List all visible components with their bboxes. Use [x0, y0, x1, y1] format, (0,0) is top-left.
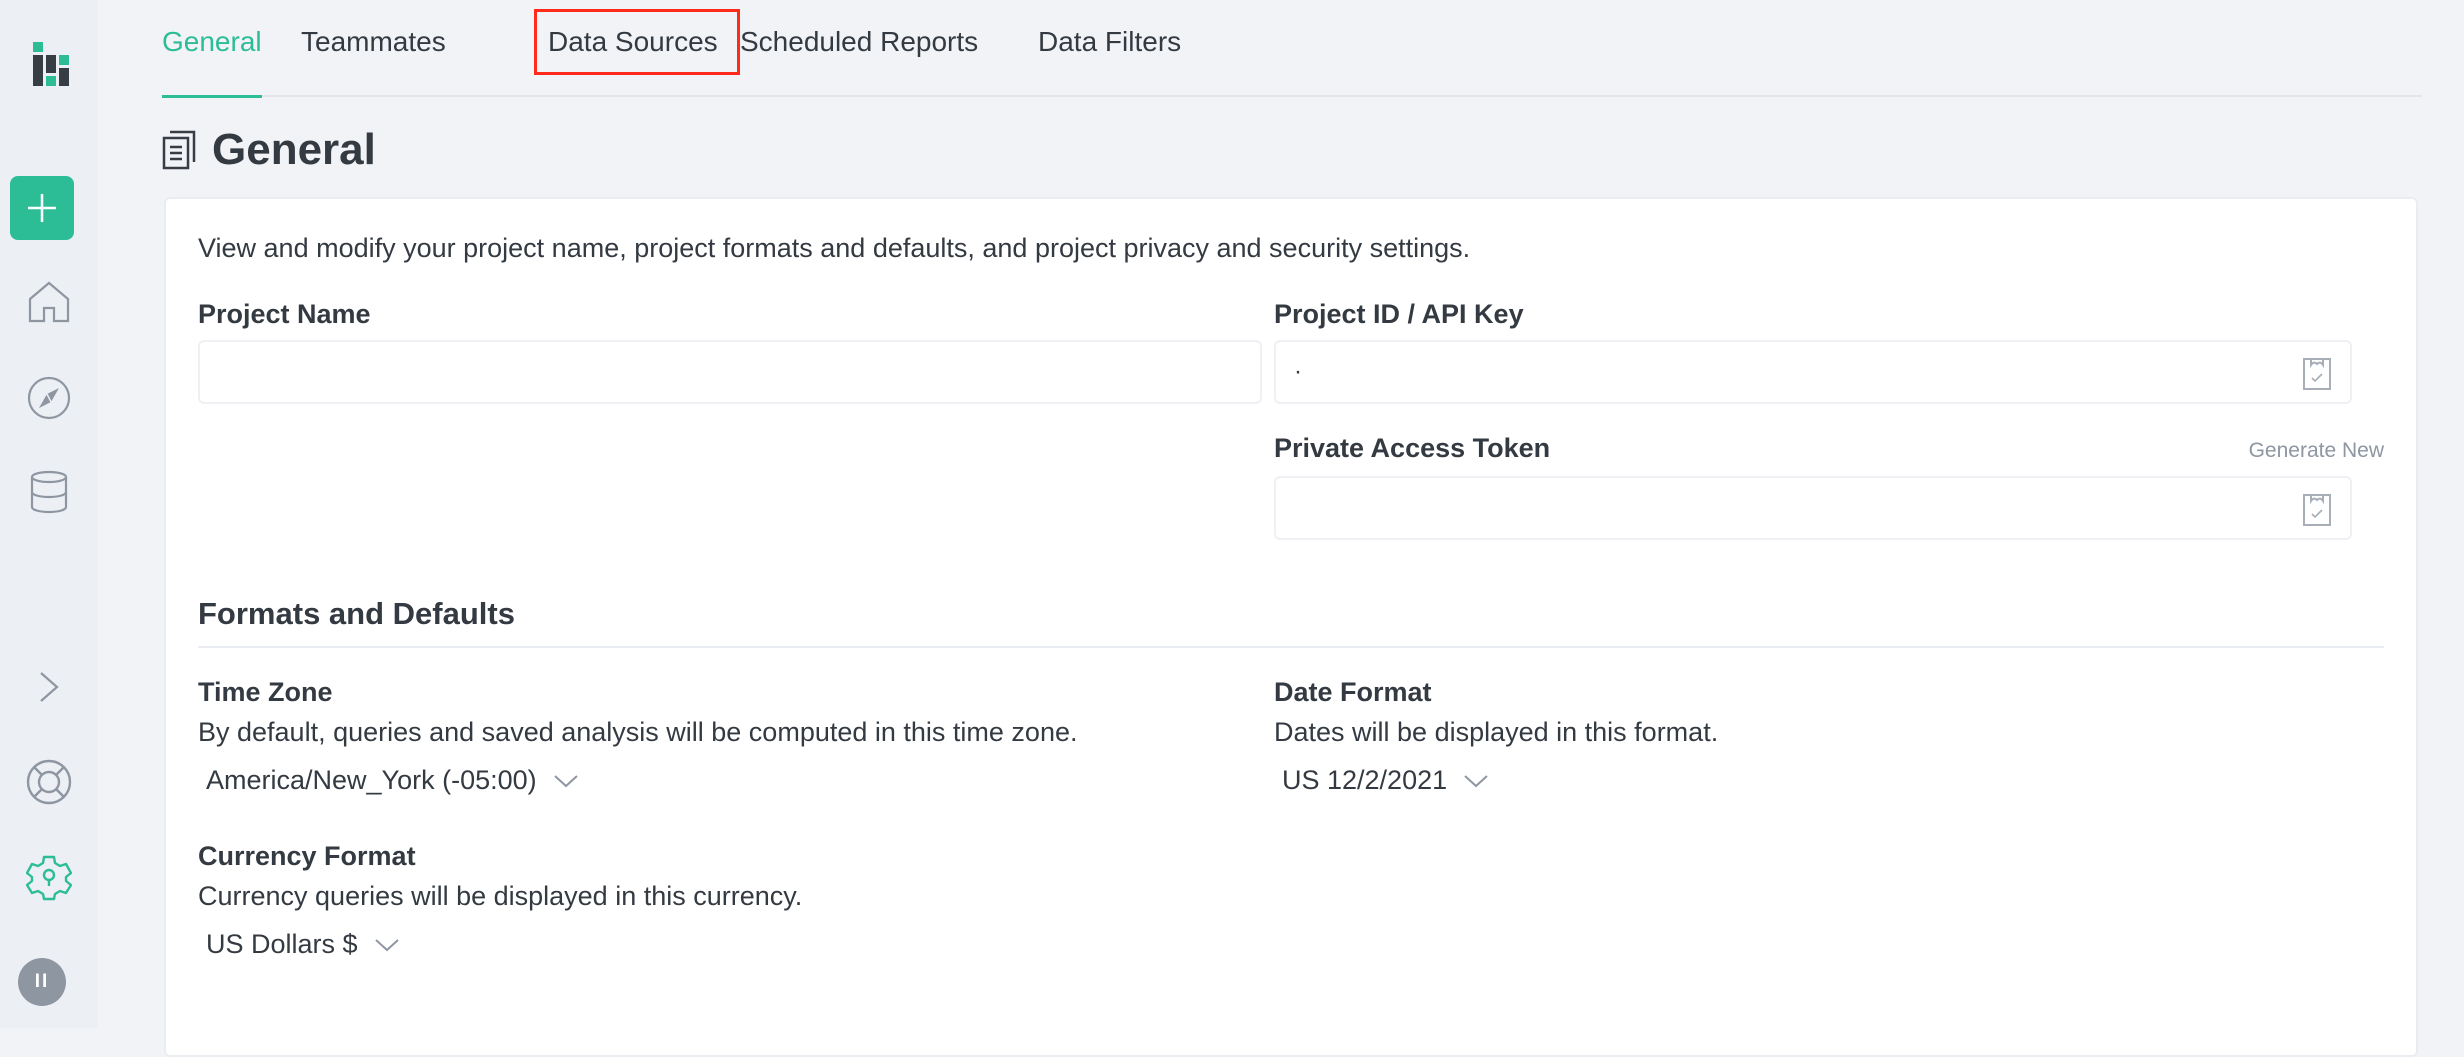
project-id-field[interactable]: ·: [1274, 340, 2352, 404]
currency-format-value: US Dollars $: [206, 929, 358, 960]
date-format-label: Date Format: [1274, 677, 1432, 708]
time-zone-value: America/New_York (-05:00): [206, 765, 537, 796]
sidebar-item-help[interactable]: [0, 750, 98, 814]
plus-icon: [26, 192, 58, 224]
currency-format-select[interactable]: US Dollars $: [206, 929, 400, 960]
sidebar-item-explore[interactable]: [0, 366, 98, 430]
project-id-value: ·: [1294, 358, 1302, 385]
project-id-label: Project ID / API Key: [1274, 299, 1524, 330]
project-name-label: Project Name: [198, 299, 371, 330]
formats-section-title: Formats and Defaults: [198, 596, 515, 632]
private-token-field[interactable]: [1274, 476, 2352, 540]
chevron-down-icon: [374, 937, 400, 953]
page-title: General: [162, 122, 376, 178]
clipboard-check-icon[interactable]: [2302, 491, 2332, 527]
general-settings-card: View and modify your project name, proje…: [164, 197, 2418, 1057]
tab-teammates[interactable]: Teammates: [301, 0, 446, 97]
main-content: General Teammates Data Sources Scheduled…: [98, 0, 2464, 1028]
time-zone-label: Time Zone: [198, 677, 333, 708]
tab-data-filters[interactable]: Data Filters: [1038, 0, 1181, 97]
document-stack-icon: [162, 130, 198, 170]
sidebar-expand-button[interactable]: [0, 655, 98, 719]
clipboard-check-icon[interactable]: [2302, 355, 2332, 391]
date-format-description: Dates will be displayed in this format.: [1274, 717, 1718, 748]
generate-new-token-button[interactable]: Generate New: [2249, 439, 2384, 463]
currency-format-label: Currency Format: [198, 841, 416, 872]
page-title-text: General: [212, 125, 376, 175]
sidebar-item-home[interactable]: [0, 270, 98, 334]
logo-icon: [29, 42, 69, 88]
private-token-label: Private Access Token: [1274, 433, 1550, 464]
currency-format-description: Currency queries will be displayed in th…: [198, 881, 802, 912]
tab-scheduled-reports[interactable]: Scheduled Reports: [740, 0, 978, 97]
database-icon: [29, 470, 69, 514]
settings-tabs: General Teammates Data Sources Scheduled…: [162, 0, 2422, 97]
chevron-right-icon: [38, 671, 60, 703]
create-new-button[interactable]: [10, 176, 74, 240]
compass-icon: [27, 376, 71, 420]
sidebar: II: [0, 0, 98, 1028]
chevron-down-icon: [1463, 773, 1489, 789]
tab-data-sources[interactable]: Data Sources: [537, 12, 737, 72]
date-format-select[interactable]: US 12/2/2021: [1282, 765, 1489, 796]
gear-icon: [26, 855, 72, 901]
sidebar-item-settings[interactable]: [0, 846, 98, 910]
project-name-input[interactable]: [198, 340, 1262, 404]
user-avatar[interactable]: II: [18, 958, 66, 1006]
avatar-initials: II: [35, 971, 50, 993]
time-zone-description: By default, queries and saved analysis w…: [198, 717, 1077, 748]
section-divider: [198, 646, 2384, 648]
tab-general[interactable]: General: [162, 0, 262, 98]
sidebar-item-data[interactable]: [0, 460, 98, 524]
home-icon: [28, 281, 70, 323]
intro-text: View and modify your project name, proje…: [198, 233, 1470, 264]
chevron-down-icon: [553, 773, 579, 789]
lifebuoy-icon: [26, 759, 72, 805]
time-zone-select[interactable]: America/New_York (-05:00): [206, 765, 579, 796]
date-format-value: US 12/2/2021: [1282, 765, 1447, 796]
app-logo[interactable]: [0, 35, 98, 95]
